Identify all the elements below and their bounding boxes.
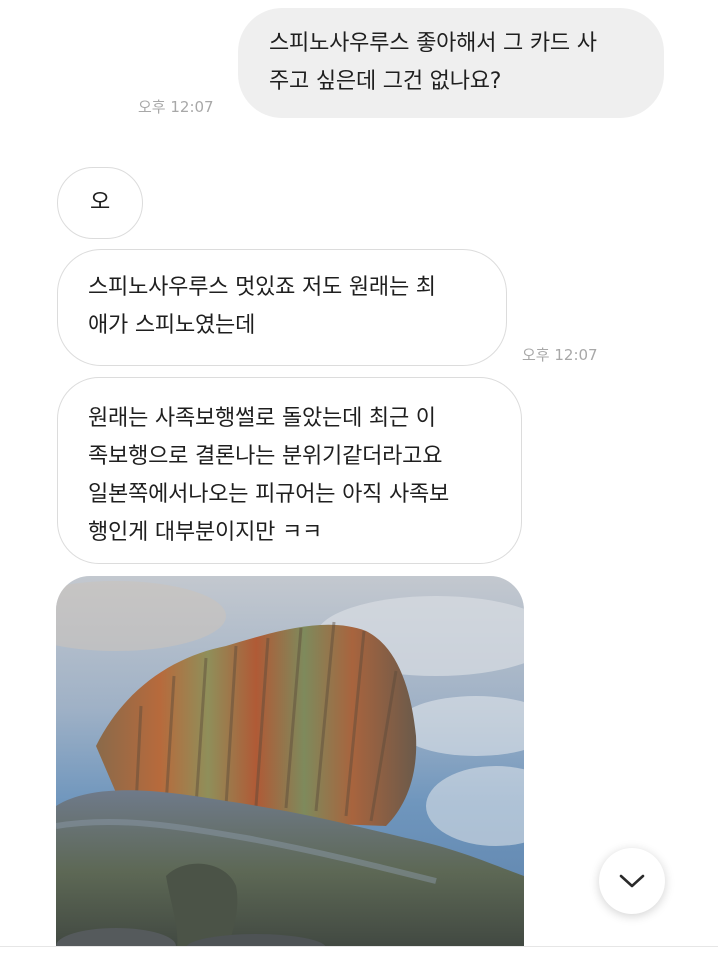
chevron-down-icon (619, 874, 645, 888)
message-text-line: 행인게 대부분이지만 ㅋㅋ (88, 520, 323, 545)
received-message-bubble[interactable]: 스피노사우루스 멋있죠 저도 원래는 최 애가 스피노였는데 (57, 249, 507, 366)
received-message-bubble[interactable]: 원래는 사족보행썰로 돌았는데 최근 이 족보행으로 결론나는 분위기같더라고요… (57, 377, 522, 564)
message-text-line: 애가 스피노였는데 (88, 313, 256, 338)
received-message-bubble[interactable]: 오 (57, 167, 143, 239)
sent-message-bubble[interactable]: 스피노사우루스 좋아해서 그 카드 사 주고 싶은데 그건 없나요? (238, 8, 664, 118)
received-image-spinosaurus[interactable] (56, 576, 524, 954)
message-text-line: 원래는 사족보행썰로 돌았는데 최근 이 (88, 406, 436, 431)
message-text-line: 일본쪽에서나오는 피규어는 아직 사족보 (88, 482, 450, 507)
message-text: 오 (89, 190, 111, 215)
message-timestamp: 오후 12:07 (138, 98, 214, 116)
scroll-to-bottom-button[interactable] (599, 848, 665, 914)
message-text-line: 스피노사우루스 좋아해서 그 카드 사 (269, 31, 597, 56)
message-text-line: 스피노사우루스 멋있죠 저도 원래는 최 (88, 275, 436, 300)
spinosaurus-illustration (56, 576, 524, 954)
message-text-line: 족보행으로 결론나는 분위기같더라고요 (88, 444, 443, 469)
message-text-line: 주고 싶은데 그건 없나요? (269, 69, 502, 94)
message-timestamp: 오후 12:07 (522, 346, 598, 364)
